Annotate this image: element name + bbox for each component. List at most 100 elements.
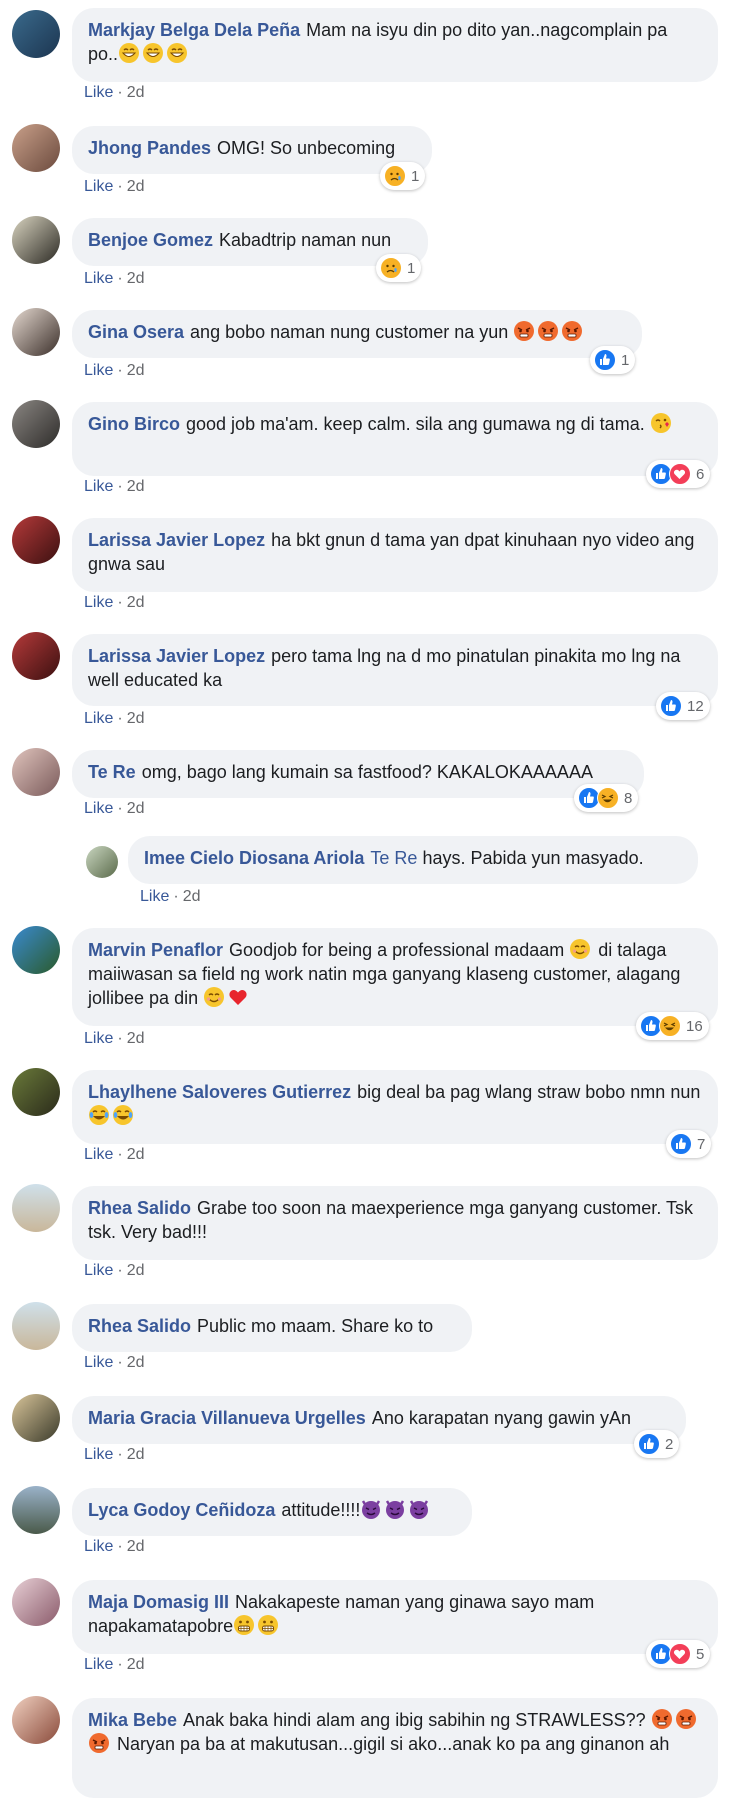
reaction-summary[interactable]: 1 [376,254,422,282]
comment-time[interactable]: 2d [127,1354,145,1371]
comment-author[interactable]: Benjoe Gomez [88,230,213,250]
avatar[interactable] [12,1394,60,1442]
comment-time[interactable]: 2d [127,478,145,495]
like-reaction-icon [594,349,616,371]
comment-meta: Like · 2d [84,1146,145,1163]
reaction-summary[interactable]: 7 [666,1130,712,1158]
comment-time[interactable]: 2d [127,270,145,287]
haha-reaction-icon [659,1015,681,1037]
comment-bubble: Marvin Penaflor Goodjob for being a profe… [72,928,718,1026]
like-link[interactable]: Like [84,594,113,611]
like-link[interactable]: Like [84,84,113,101]
comment-time[interactable]: 2d [127,178,145,195]
like-link[interactable]: Like [84,1538,113,1555]
like-link[interactable]: Like [84,1446,113,1463]
avatar[interactable] [12,1302,60,1350]
comment-author[interactable]: Imee Cielo Diosana Ariola [144,848,364,868]
like-link[interactable]: Like [84,178,113,195]
comment-time[interactable]: 2d [127,84,145,101]
comment-author[interactable]: Lhaylhene Saloveres Gutierrez [88,1082,351,1102]
avatar[interactable] [12,1184,60,1232]
comment-bubble: Larissa Javier Lopez pero tama lng na d m… [72,634,718,706]
reaction-count: 7 [697,1135,706,1153]
like-link[interactable]: Like [84,478,113,495]
avatar[interactable] [12,1486,60,1534]
like-link[interactable]: Like [84,800,113,817]
comment-author[interactable]: Te Re [88,762,136,782]
avatar[interactable] [12,1068,60,1116]
like-link[interactable]: Like [84,710,113,727]
avatar[interactable] [12,632,60,680]
comment-author[interactable]: Rhea Salido [88,1316,191,1336]
sad-reaction-icon [380,257,402,279]
comment-author[interactable]: Mika Bebe [88,1710,177,1730]
comment-time[interactable]: 2d [127,1656,145,1673]
avatar[interactable] [12,10,60,58]
avatar[interactable] [12,1696,60,1744]
like-link[interactable]: Like [84,270,113,287]
like-link[interactable]: Like [84,362,113,379]
mention-link[interactable]: Te Re [370,848,417,868]
avatar[interactable] [12,1578,60,1626]
comment-author[interactable]: Maja Domasig III [88,1592,229,1612]
comment-bubble: Gino Birco good job ma'am. keep calm. sil… [72,402,718,476]
avatar[interactable] [12,124,60,172]
comment-bubble: Imee Cielo Diosana Ariola Te Re hays. Pab… [128,836,698,884]
reaction-count: 16 [686,1017,703,1035]
comment-author[interactable]: Markjay Belga Dela Peña [88,20,300,40]
avatar[interactable] [12,926,60,974]
comment-author[interactable]: Rhea Salido [88,1198,191,1218]
comment-meta: Like · 2d [84,594,145,611]
comment-text: Anak baka hindi alam ang ibig sabihin ng… [183,1710,646,1730]
avatar[interactable] [12,216,60,264]
like-link[interactable]: Like [84,1262,113,1279]
comment-time[interactable]: 2d [127,362,145,379]
comment-author[interactable]: Jhong Pandes [88,138,211,158]
comment-text: attitude!!!! [281,1500,361,1520]
reaction-summary[interactable]: 16 [636,1012,709,1040]
comment-author[interactable]: Gina Osera [88,322,184,342]
comment-time[interactable]: 2d [127,800,145,817]
comment-author[interactable]: Gino Birco [88,414,180,434]
comment-time[interactable]: 2d [127,1446,145,1463]
comment-author[interactable]: Marvin Penaflor [88,940,223,960]
comment-meta: Like · 2d [84,1354,145,1371]
comment-author[interactable]: Maria Gracia Villanueva Urgelles [88,1408,366,1428]
reaction-summary[interactable]: 6 [646,460,711,488]
comment-author[interactable]: Larissa Javier Lopez [88,530,265,550]
avatar[interactable] [12,748,60,796]
comment-meta: Like · 2d [84,362,145,379]
avatar[interactable] [12,400,60,448]
comment-text: hays. Pabida yun masyado. [422,848,644,868]
comment-time[interactable]: 2d [127,710,145,727]
like-link[interactable]: Like [140,888,169,905]
reaction-summary[interactable]: 1 [590,346,636,374]
reaction-count: 1 [407,259,416,277]
comment-author[interactable]: Larissa Javier Lopez [88,646,265,666]
comment-time[interactable]: 2d [183,888,201,905]
comment-time[interactable]: 2d [127,594,145,611]
smile-emoji-icon [203,987,227,1008]
comment-time[interactable]: 2d [127,1030,145,1047]
like-link[interactable]: Like [84,1146,113,1163]
comment-time[interactable]: 2d [127,1538,145,1555]
reaction-summary[interactable]: 2 [634,1430,680,1458]
avatar[interactable] [12,516,60,564]
comment-time[interactable]: 2d [127,1146,145,1163]
reaction-summary[interactable]: 8 [574,784,639,812]
avatar[interactable] [12,308,60,356]
reaction-summary[interactable]: 5 [646,1640,711,1668]
like-link[interactable]: Like [84,1354,113,1371]
reaction-summary[interactable]: 1 [380,162,426,190]
comment-text: omg, bago lang kumain sa fastfood? KAKAL… [141,762,593,782]
comment-author[interactable]: Lyca Godoy Ceñidoza [88,1500,275,1520]
like-link[interactable]: Like [84,1656,113,1673]
like-link[interactable]: Like [84,1030,113,1047]
comment-text: good job ma'am. keep calm. sila ang guma… [186,414,645,434]
comment-meta: Like · 2d [84,1262,145,1279]
reaction-summary[interactable]: 12 [656,692,710,720]
grimace-emoji-icon [233,1615,281,1636]
comment-time[interactable]: 2d [127,1262,145,1279]
smile-emoji-icon [569,939,593,960]
avatar[interactable] [86,846,118,878]
